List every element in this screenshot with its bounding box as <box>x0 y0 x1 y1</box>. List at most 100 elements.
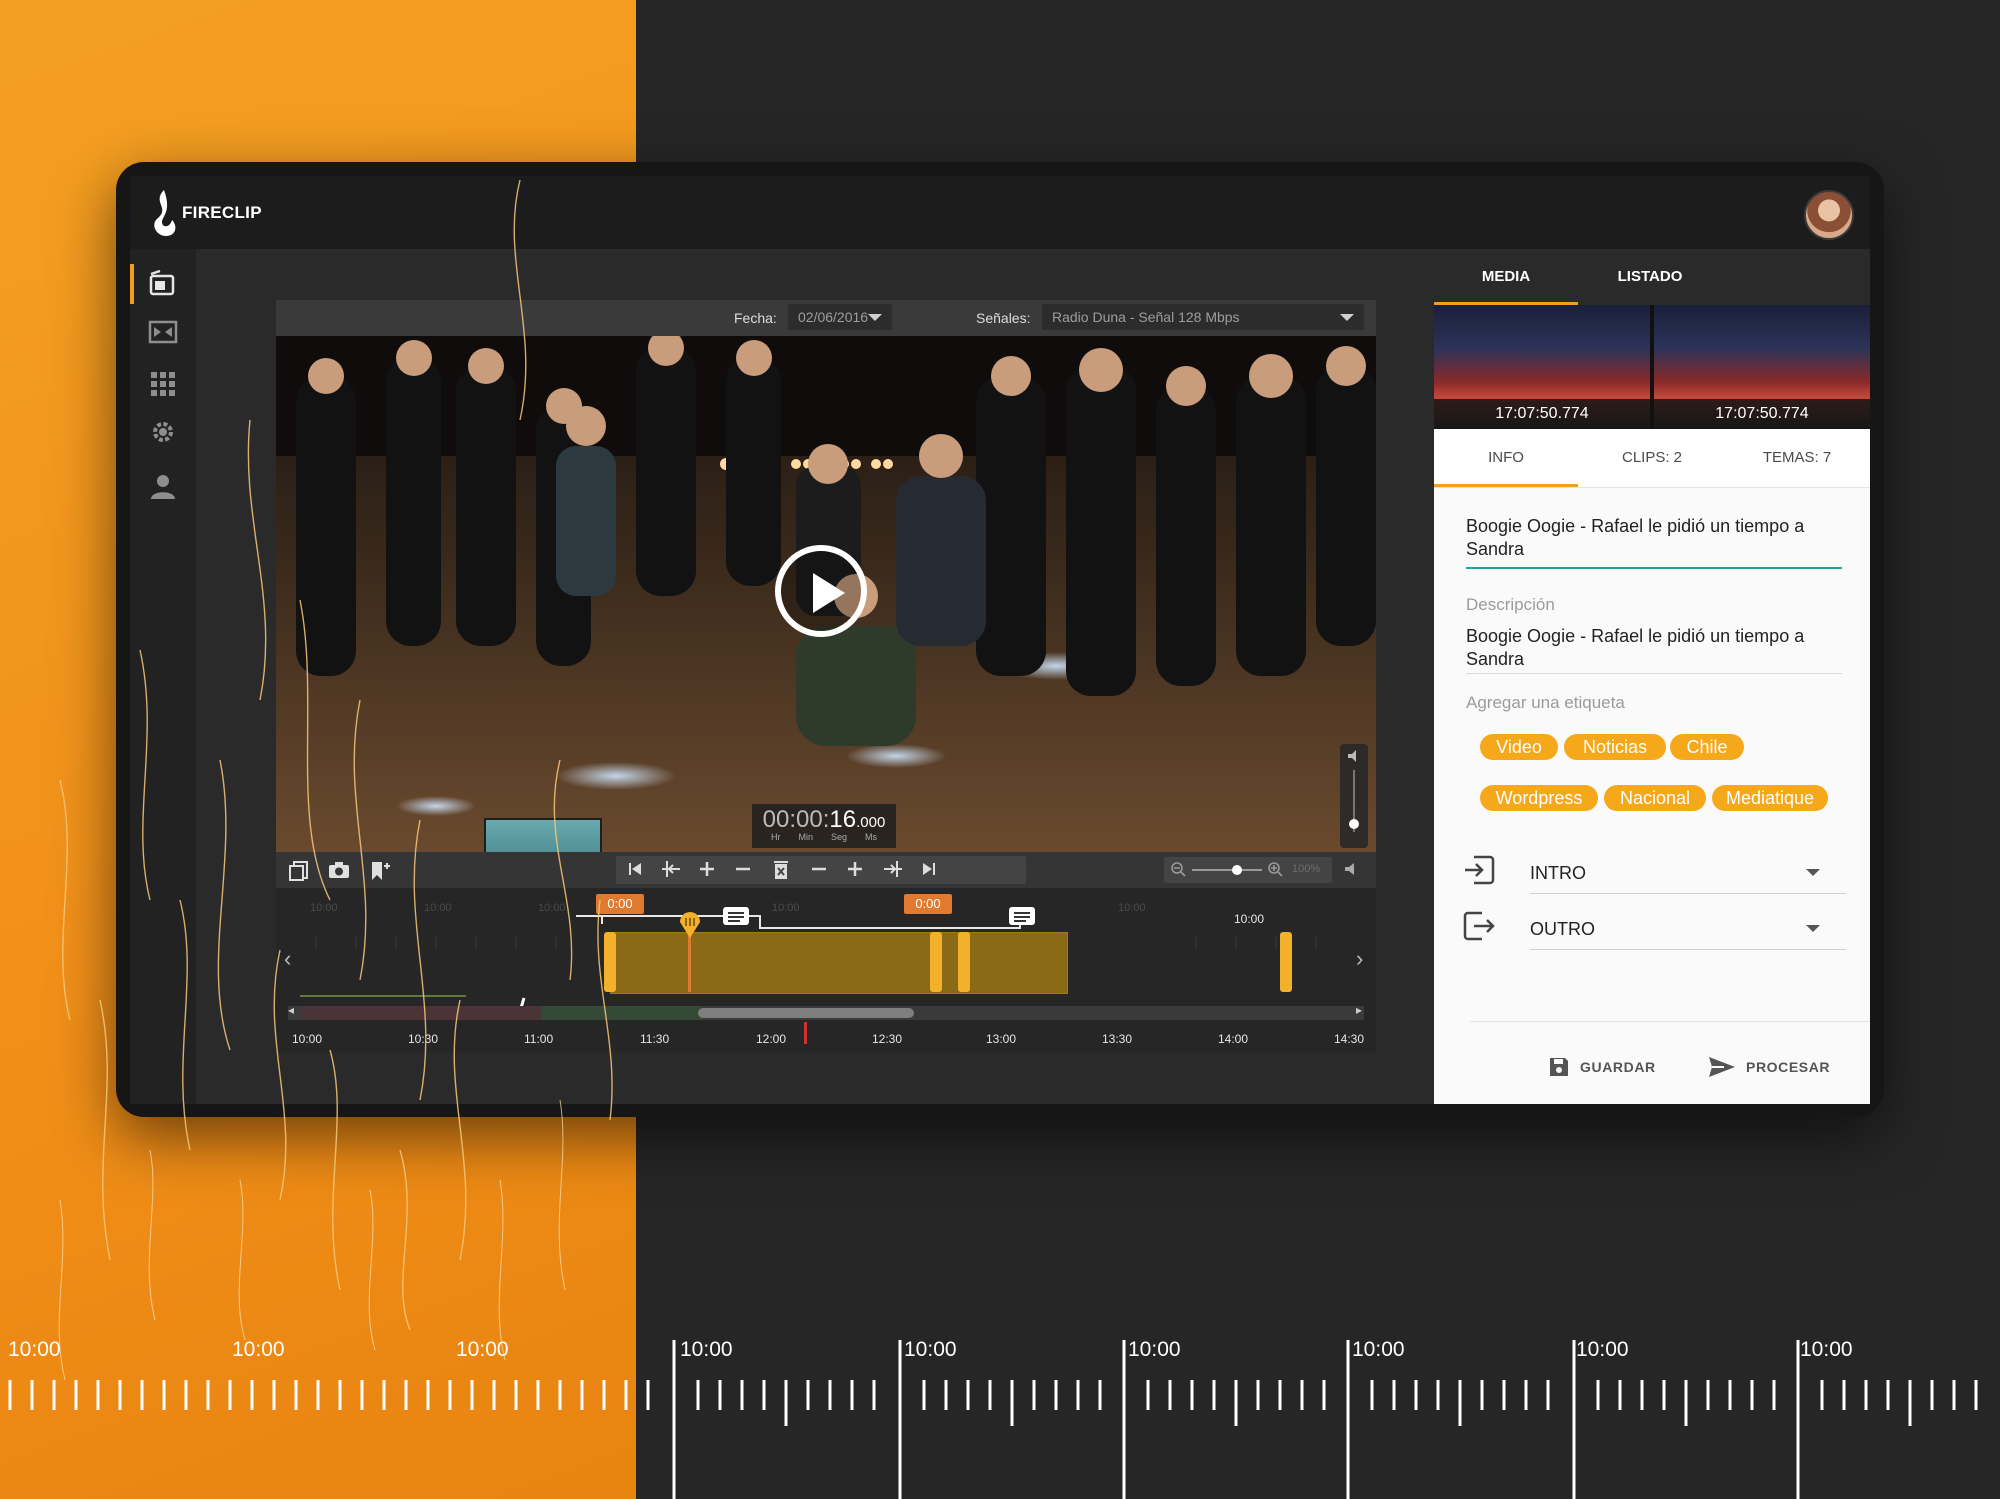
info-tabs: INFO CLIPS: 2 TEMAS: 7 <box>1434 429 1870 488</box>
zoom-slider-knob[interactable] <box>1232 865 1242 875</box>
timeline-scrollbar[interactable]: ◂ ▸ <box>288 1003 1364 1020</box>
video-editor-icon[interactable] <box>146 267 180 301</box>
timecode-hms: 00:00: <box>762 806 830 833</box>
timeline-top-label: 10:00 <box>1234 912 1265 926</box>
bookmark-add-icon[interactable] <box>364 856 394 884</box>
split-clip-icon[interactable] <box>146 315 180 349</box>
zoom-out-icon[interactable] <box>1171 862 1186 877</box>
date-value: 02/06/2016 <box>798 309 869 325</box>
tab-info[interactable]: INFO <box>1434 429 1578 487</box>
intro-select[interactable]: INTRO <box>1462 849 1846 895</box>
camera-icon[interactable] <box>324 856 354 884</box>
chevron-down-icon <box>1806 925 1820 932</box>
add-icon[interactable] <box>840 856 870 884</box>
playhead-handle-icon[interactable] <box>678 910 702 940</box>
current-time-indicator <box>804 1022 807 1044</box>
scroll-track-segment <box>542 1006 702 1020</box>
tab-media[interactable]: MEDIA <box>1434 249 1578 305</box>
sidebar <box>130 249 196 1104</box>
chevron-right-icon[interactable]: › <box>1356 946 1363 972</box>
app-name: FIRECLIP <box>182 203 262 222</box>
media-panel: MEDIA LISTADO 17:07:50.774 17:07:50.774 … <box>1434 249 1870 1104</box>
mark-out-icon[interactable] <box>878 856 908 884</box>
skip-end-icon[interactable] <box>914 856 944 884</box>
date-label: Fecha: <box>734 310 777 326</box>
app-bar: FIRECLIP <box>130 176 1870 249</box>
minus-icon[interactable] <box>804 856 834 884</box>
title-input-underline <box>1466 567 1842 569</box>
player-toolbar: Fecha: 02/06/2016 Señales: Radio Duna - … <box>276 300 1376 336</box>
ruler-label: 10:00 <box>232 1338 285 1361</box>
timeline[interactable]: 0:00 0:00 10:00 10:00 10:00 10:00 10:00 … <box>276 888 1376 1052</box>
time-tick-label: 12:30 <box>872 1032 903 1046</box>
scroll-right-icon[interactable]: ▸ <box>1356 1003 1362 1017</box>
outro-label: OUTRO <box>1530 919 1595 939</box>
description-input[interactable]: Boogie Oogie - Rafael le pidió un tiempo… <box>1466 625 1836 671</box>
minus-icon[interactable] <box>728 856 758 884</box>
copy-clip-icon[interactable] <box>284 856 314 884</box>
scroll-left-icon[interactable]: ◂ <box>288 1003 294 1017</box>
tab-listado[interactable]: LISTADO <box>1578 249 1722 305</box>
volume-slider[interactable] <box>1340 744 1368 848</box>
add-icon[interactable] <box>692 856 722 884</box>
tag-chip[interactable]: Nacional <box>1604 785 1706 811</box>
sidebar-active-indicator <box>130 264 134 304</box>
clip-handle[interactable] <box>930 932 942 992</box>
tag-chip[interactable]: Noticias <box>1564 734 1666 760</box>
clip-thumbnails: 17:07:50.774 17:07:50.774 <box>1434 305 1870 429</box>
time-tick-label: 13:30 <box>1102 1032 1133 1046</box>
signals-select[interactable]: Radio Duna - Señal 128 Mbps <box>1042 304 1364 330</box>
user-icon[interactable] <box>146 469 180 503</box>
volume-knob[interactable] <box>1349 819 1359 829</box>
send-icon <box>1709 1057 1735 1077</box>
save-button[interactable]: GUARDAR <box>1548 1055 1656 1079</box>
ruler-label: 10:00 <box>1576 1338 1629 1361</box>
ruler-label: 10:00 <box>1800 1338 1853 1361</box>
ruler-label: 10:00 <box>904 1338 957 1361</box>
tab-clips[interactable]: CLIPS: 2 <box>1580 429 1724 487</box>
time-tick-label: 11:30 <box>640 1032 670 1046</box>
tab-temas[interactable]: TEMAS: 7 <box>1724 429 1870 487</box>
chevron-left-icon[interactable]: ‹ <box>284 946 291 972</box>
tag-chip[interactable]: Video <box>1480 734 1558 760</box>
skip-start-icon[interactable] <box>620 856 650 884</box>
mark-in-icon[interactable] <box>656 856 686 884</box>
chevron-down-icon <box>1806 869 1820 876</box>
tag-chip[interactable]: Chile <box>1670 734 1744 760</box>
tag-chip[interactable]: Mediatique <box>1712 785 1828 811</box>
chevron-down-icon <box>1340 314 1354 321</box>
zoom-in-icon[interactable] <box>1268 862 1283 877</box>
panel-tabs: MEDIA LISTADO <box>1434 249 1870 305</box>
mute-icon[interactable] <box>1336 856 1366 884</box>
app-logo[interactable]: FIRECLIP <box>148 188 262 238</box>
clip-thumbnail[interactable]: 17:07:50.774 <box>1654 305 1870 429</box>
clip-handle[interactable] <box>1280 932 1292 992</box>
play-button[interactable] <box>775 545 867 637</box>
time-tick-label: 14:30 <box>1334 1032 1365 1046</box>
comment-icon[interactable] <box>722 906 750 930</box>
editing-controls: 100% <box>276 852 1376 888</box>
settings-icon[interactable] <box>146 415 180 449</box>
tab-indicator <box>1434 484 1578 487</box>
clip-handle[interactable] <box>958 932 970 992</box>
signals-label: Señales: <box>976 310 1031 326</box>
clip-thumbnail[interactable]: 17:07:50.774 <box>1434 305 1650 429</box>
process-label: PROCESAR <box>1746 1059 1831 1075</box>
volume-icon <box>1348 750 1356 762</box>
date-select[interactable]: 02/06/2016 <box>788 304 892 330</box>
description-label: Descripción <box>1466 595 1555 614</box>
comment-icon[interactable] <box>1008 906 1036 930</box>
user-avatar[interactable] <box>1804 190 1854 240</box>
clip-handle[interactable] <box>604 932 616 992</box>
signals-value: Radio Duna - Señal 128 Mbps <box>1052 309 1240 325</box>
timecode-unit: Min <box>798 832 813 842</box>
tag-input[interactable]: Agregar una etiqueta <box>1466 693 1625 713</box>
grid-icon[interactable] <box>146 367 180 401</box>
clip-region[interactable] <box>610 932 1068 994</box>
tag-chip[interactable]: Wordpress <box>1480 785 1598 811</box>
outro-select[interactable]: OUTRO <box>1462 905 1846 951</box>
scroll-thumb[interactable] <box>698 1008 914 1018</box>
process-button[interactable]: PROCESAR <box>1708 1055 1830 1079</box>
title-input[interactable]: Boogie Oogie - Rafael le pidió un tiempo… <box>1466 515 1836 561</box>
delete-icon[interactable] <box>766 856 796 884</box>
